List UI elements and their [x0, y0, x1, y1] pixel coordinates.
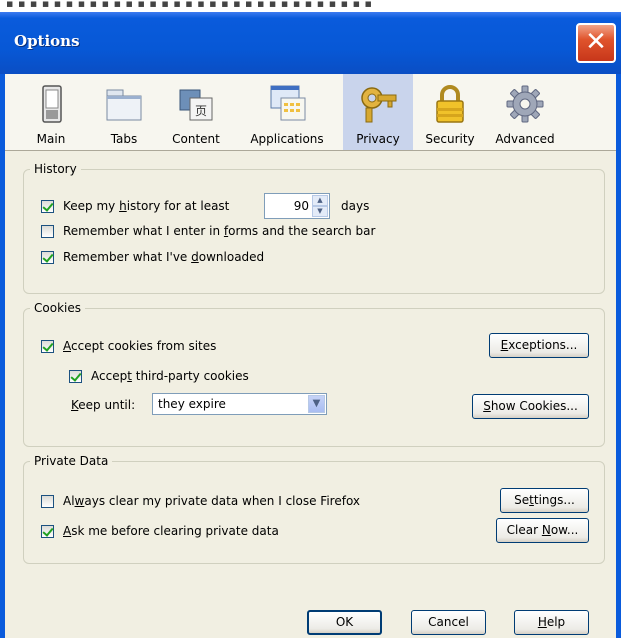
ok-button[interactable]: OK — [307, 610, 382, 635]
tab-advanced-label: Advanced — [495, 132, 555, 146]
close-button[interactable]: ✕ — [576, 23, 616, 63]
keep-history-option[interactable]: Keep my history for at least — [41, 196, 229, 216]
accept-cookies-label: Accept cookies from sites — [63, 339, 217, 353]
privacy-key-icon — [361, 87, 397, 123]
private-data-legend: Private Data — [34, 454, 109, 468]
titlebar[interactable]: Options ✕ — [0, 12, 621, 74]
exceptions-button[interactable]: Exceptions... — [489, 333, 589, 358]
dialog-client-area: Main Tabs 页 Content Applications Privacy… — [5, 74, 616, 638]
window-border-right — [616, 74, 621, 638]
show-cookies-button[interactable]: Show Cookies... — [472, 394, 589, 419]
security-lock-icon — [436, 85, 464, 123]
close-icon: ✕ — [585, 27, 607, 57]
tab-privacy-label: Privacy — [356, 132, 400, 146]
tab-security[interactable]: Security — [419, 74, 481, 150]
remember-forms-label: Remember what I enter in forms and the s… — [63, 224, 376, 238]
accept-cookies-option[interactable]: Accept cookies from sites — [41, 336, 216, 356]
keep-until-value: they expire — [158, 397, 226, 411]
accept-cookies-checkbox[interactable] — [41, 339, 54, 353]
accept-third-party-label: Accept third-party cookies — [91, 369, 249, 383]
always-clear-label: Always clear my private data when I clos… — [63, 494, 361, 508]
accept-third-party-checkbox[interactable] — [69, 369, 82, 383]
keep-history-label: Keep my history for at least — [63, 199, 230, 213]
tab-main[interactable]: Main — [25, 74, 77, 150]
tab-applications[interactable]: Applications — [241, 74, 333, 150]
help-button[interactable]: Help — [514, 610, 589, 635]
clear-now-button[interactable]: Clear Now... — [496, 518, 589, 543]
tab-security-label: Security — [425, 132, 475, 146]
cancel-button[interactable]: Cancel — [411, 610, 486, 635]
tab-advanced[interactable]: Advanced — [487, 74, 563, 150]
history-days-spinner[interactable]: ▲ ▼ — [312, 195, 328, 217]
tab-tabs[interactable]: Tabs — [99, 74, 149, 150]
tab-applications-label: Applications — [250, 132, 324, 146]
window-title: Options — [14, 32, 80, 50]
tab-privacy[interactable]: Privacy — [343, 74, 413, 150]
remember-downloads-label: Remember what I've downloaded — [63, 250, 265, 264]
applications-icon — [270, 85, 306, 121]
settings-button[interactable]: Settings... — [500, 488, 589, 513]
always-clear-checkbox[interactable] — [41, 494, 54, 508]
privacy-panel: History Keep my history for at least 90 … — [5, 151, 616, 638]
always-clear-option[interactable]: Always clear my private data when I clos… — [41, 491, 360, 511]
remember-forms-checkbox[interactable] — [41, 224, 54, 238]
background-window-strip: ▪ ▪ ▪ ▪ ▪ ▪ ▪ ▪ ▪ ▪ ▪ ▪ ▪ ▪ ▪ ▪ ▪ ▪ ▪ ▪ … — [0, 0, 621, 12]
history-days-value: 90 — [293, 199, 309, 213]
category-toolbar: Main Tabs 页 Content Applications Privacy… — [5, 74, 616, 151]
remember-downloads-option[interactable]: Remember what I've downloaded — [41, 247, 264, 267]
cookies-legend: Cookies — [34, 301, 81, 315]
advanced-gear-icon — [506, 85, 544, 123]
accept-third-party-option[interactable]: Accept third-party cookies — [69, 366, 249, 386]
svg-text:页: 页 — [195, 104, 207, 118]
history-days-input[interactable]: 90 ▲ ▼ — [264, 193, 330, 219]
content-icon: 页 — [179, 89, 213, 121]
tabs-icon — [106, 89, 142, 121]
keep-until-label: Keep until: — [71, 398, 136, 412]
ask-before-option[interactable]: Ask me before clearing private data — [41, 521, 279, 541]
days-label: days — [341, 199, 370, 213]
remember-forms-option[interactable]: Remember what I enter in forms and the s… — [41, 221, 375, 241]
ask-before-label: Ask me before clearing private data — [63, 524, 279, 538]
history-legend: History — [34, 162, 77, 176]
tab-tabs-label: Tabs — [110, 132, 138, 146]
tab-main-label: Main — [36, 132, 66, 146]
tab-content-label: Content — [172, 132, 220, 146]
tab-content[interactable]: 页 Content — [165, 74, 227, 150]
options-dialog: Options ✕ Main Tabs 页 Content Applicatio… — [0, 12, 621, 638]
main-switch-icon — [42, 85, 62, 123]
keep-until-select[interactable]: they expire ▼ — [152, 393, 327, 415]
keep-history-checkbox[interactable] — [41, 199, 54, 213]
remember-downloads-checkbox[interactable] — [41, 250, 54, 264]
chevron-down-icon[interactable]: ▼ — [308, 395, 325, 413]
ask-before-checkbox[interactable] — [41, 524, 54, 538]
spin-down-icon[interactable]: ▼ — [312, 206, 328, 217]
spin-up-icon[interactable]: ▲ — [312, 195, 328, 206]
